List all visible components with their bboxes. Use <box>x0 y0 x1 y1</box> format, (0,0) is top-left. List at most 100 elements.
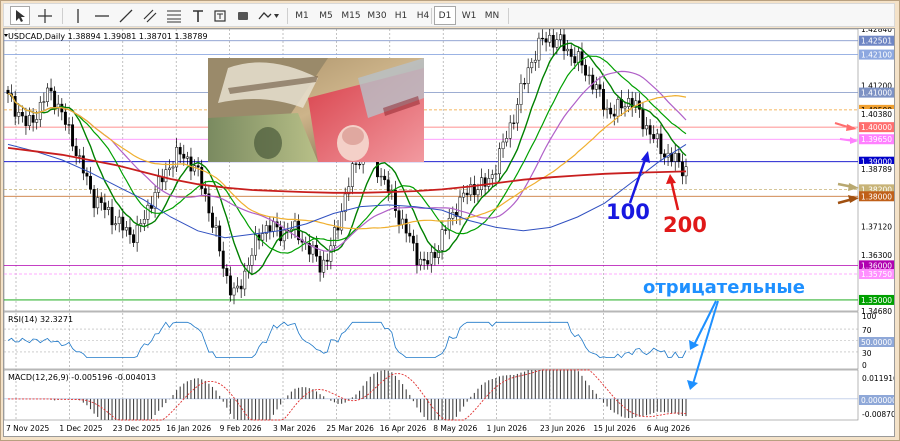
rsi-level-0: 0 <box>862 361 867 370</box>
candle-body <box>89 175 92 190</box>
candle-body <box>663 153 666 158</box>
price-axis-label: 1.38000 <box>859 191 894 202</box>
timeframe-mn[interactable]: MN <box>481 6 503 25</box>
label-tool-button[interactable] <box>210 6 230 25</box>
svg-text:1.35750: 1.35750 <box>861 270 892 279</box>
candle-body <box>38 102 42 120</box>
candle-body <box>655 133 659 139</box>
timeframe-m1[interactable]: M1 <box>292 6 312 25</box>
candle-body <box>332 227 336 247</box>
candle-body <box>35 119 39 123</box>
candle-body <box>250 254 254 266</box>
text-tool-icon <box>193 9 203 22</box>
vertical-line-icon <box>77 8 79 23</box>
x-axis-label: 25 Mar 2026 <box>326 424 374 433</box>
candle-body <box>501 141 505 150</box>
candle-body <box>318 255 322 273</box>
candle-body <box>652 134 656 139</box>
candle-body <box>63 111 67 125</box>
candle-body <box>444 229 448 231</box>
candle-body <box>419 258 422 266</box>
price-axis-label: 1.41000 <box>859 87 894 98</box>
timeframe-m15[interactable]: M15 <box>338 6 364 25</box>
svg-text:1.42501: 1.42501 <box>861 37 892 46</box>
price-chart[interactable]: 1.428401.425011.421001.412001.410001.405… <box>4 29 894 436</box>
candle-body <box>124 227 128 231</box>
candle-body <box>261 233 265 241</box>
candle-body <box>232 287 236 296</box>
candle-body <box>164 169 168 183</box>
macd-level-zero: 0.000000 <box>861 396 894 405</box>
price-axis-label: 1.39650 <box>859 134 894 145</box>
crosshair-tool-button[interactable] <box>34 6 56 25</box>
candle-body <box>171 166 175 169</box>
price-axis-label: 1.35750 <box>859 269 894 280</box>
candle-body <box>96 197 100 209</box>
price-axis-label: 1.36000 <box>859 260 894 271</box>
candle-body <box>401 218 405 225</box>
candle-body <box>74 145 78 157</box>
rsi-level-100: 100 <box>862 312 877 321</box>
candle-body <box>214 225 218 228</box>
cursor-tool-button[interactable] <box>10 6 30 25</box>
candle-body <box>239 285 243 290</box>
candle-body <box>71 124 75 147</box>
rectangle-tool-button[interactable] <box>234 6 252 25</box>
x-axis-label: 6 Aug 2026 <box>647 424 690 433</box>
candle-body <box>315 244 318 257</box>
candle-body <box>573 56 577 64</box>
candle-body <box>28 115 31 126</box>
trendline-button[interactable] <box>116 6 136 25</box>
candle-body <box>551 35 555 48</box>
shapes-dropdown-button[interactable] <box>256 6 282 25</box>
channel-button[interactable] <box>140 6 160 25</box>
svg-text:1.38000: 1.38000 <box>861 192 892 201</box>
candle-body <box>203 188 207 194</box>
vertical-line-button[interactable] <box>68 6 88 25</box>
candle-body <box>106 207 110 210</box>
timeframe-d1[interactable]: D1 <box>434 6 456 25</box>
candle-body <box>85 172 89 177</box>
candle-body <box>182 153 186 159</box>
candle-body <box>135 224 139 243</box>
horizontal-line-button[interactable] <box>92 6 112 25</box>
candle-body <box>404 218 408 234</box>
candle-body <box>569 48 573 57</box>
x-axis-label: 3 Mar 2026 <box>273 424 316 433</box>
candle-body <box>167 167 171 170</box>
timeframe-m5[interactable]: M5 <box>316 6 336 25</box>
candle-body <box>498 148 501 175</box>
candle-body <box>254 234 257 256</box>
candle-body <box>555 39 559 48</box>
timeframe-h1[interactable]: H1 <box>390 6 412 25</box>
candle-body <box>408 232 412 237</box>
text-tool-button[interactable] <box>188 6 208 25</box>
candle-body <box>605 107 609 110</box>
candle-body <box>422 258 426 261</box>
candle-body <box>354 163 358 165</box>
candle-body <box>429 252 433 265</box>
candle-body <box>53 90 57 109</box>
timeframe-m30[interactable]: M30 <box>364 6 390 25</box>
candle-body <box>558 34 562 40</box>
candle-body <box>46 87 49 102</box>
candle-body <box>433 252 437 258</box>
candle-body <box>490 174 494 179</box>
x-axis-label: 23 Dec 2025 <box>113 424 161 433</box>
ma200-annotation: 200 <box>663 213 707 237</box>
fibonacci-button[interactable] <box>164 6 184 25</box>
rsi-level-30: 30 <box>862 349 872 358</box>
candle-body <box>544 38 548 43</box>
candle-body <box>350 163 354 187</box>
timeframe-w1[interactable]: W1 <box>458 6 480 25</box>
candle-body <box>566 48 570 52</box>
trendline-icon <box>119 9 133 22</box>
negative-annotation: отрицательные <box>643 277 805 298</box>
candle-body <box>426 260 430 265</box>
svg-text:1.37120: 1.37120 <box>861 223 892 232</box>
candle-body <box>680 161 684 177</box>
candle-body <box>128 227 132 235</box>
macd-level-bottom: -0.008709 <box>862 410 894 419</box>
candle-body <box>325 259 329 262</box>
candle-body <box>211 212 214 228</box>
